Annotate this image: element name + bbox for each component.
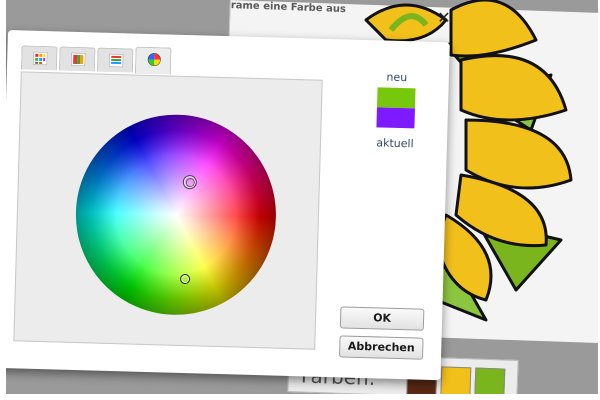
color-wheel[interactable] <box>73 112 279 318</box>
color-swatch-green[interactable] <box>474 367 506 394</box>
ok-button[interactable]: OK <box>339 306 425 331</box>
screen: rame eine Farbe aus ✕ Farben: <box>6 0 598 394</box>
palette-list-icon <box>109 53 124 68</box>
new-color-swatch <box>376 87 416 109</box>
color-wheel-panel <box>13 71 323 350</box>
color-swatch-yellow[interactable] <box>440 366 472 394</box>
gradient-icon <box>71 52 86 67</box>
color-wheel-shading <box>73 112 279 318</box>
current-color-swatch <box>376 107 415 129</box>
cancel-button[interactable]: Abbrechen <box>338 335 424 360</box>
tab-color-wheel[interactable] <box>134 46 172 75</box>
tab-palette-list[interactable] <box>96 47 134 73</box>
tab-swatches[interactable] <box>20 45 58 71</box>
tab-bar <box>20 45 172 75</box>
tab-gradient[interactable] <box>58 46 96 72</box>
current-color-label: aktuell <box>376 136 414 151</box>
swatch-grid-icon <box>33 51 48 66</box>
color-picker-dialog: neu aktuell OK Abbrechen <box>6 30 450 381</box>
new-color-label: neu <box>386 70 408 85</box>
current-color-marker[interactable] <box>179 273 191 285</box>
color-wheel-icon <box>147 53 161 67</box>
new-color-marker[interactable] <box>182 174 198 190</box>
close-icon[interactable]: ✕ <box>434 8 454 28</box>
